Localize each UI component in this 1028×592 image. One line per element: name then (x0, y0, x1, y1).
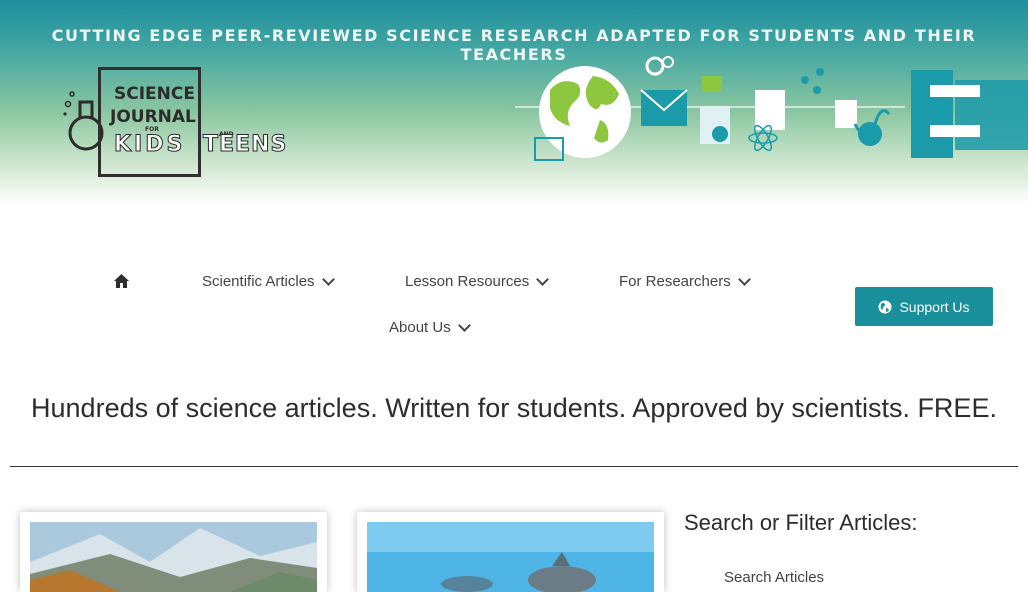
logo-text-journal: JOURNAL (110, 107, 196, 127)
article-card[interactable] (357, 512, 664, 592)
nav-item-for-researchers[interactable]: For Researchers (619, 273, 751, 290)
nav-item-about-us[interactable]: About Us (389, 319, 471, 336)
page-headline: Hundreds of science articles. Written fo… (31, 393, 997, 423)
science-illustration (515, 56, 1028, 161)
nav-label: For Researchers (619, 273, 731, 290)
article-card[interactable] (20, 512, 327, 592)
nav-label: About Us (389, 319, 451, 336)
logo-text-kids: KIDS (113, 132, 186, 158)
sidebar-title: Search or Filter Articles: (684, 510, 918, 535)
header-banner: CUTTING EDGE PEER-REVIEWED SCIENCE RESEA… (0, 0, 1028, 205)
chevron-down-icon (321, 273, 335, 286)
globe-icon (878, 300, 892, 313)
nav-label: Scientific Articles (202, 273, 315, 290)
nav-item-scientific-articles[interactable]: Scientific Articles (202, 273, 335, 290)
nav-label: Lesson Resources (405, 273, 530, 290)
support-us-label: Support Us (899, 298, 970, 315)
nav-item-lesson-resources[interactable]: Lesson Resources (405, 273, 550, 290)
article-thumbnail[interactable] (367, 522, 654, 592)
support-us-button[interactable]: Support Us (855, 287, 993, 326)
chevron-down-icon (737, 273, 751, 286)
logo-text-teens: TEENS (202, 132, 288, 158)
logo-text-science: SCIENCE (114, 84, 195, 104)
home-icon[interactable] (113, 273, 130, 289)
divider (10, 466, 1018, 467)
chevron-down-icon (457, 319, 471, 332)
article-thumbnail[interactable] (30, 522, 317, 592)
chevron-down-icon (536, 273, 550, 286)
